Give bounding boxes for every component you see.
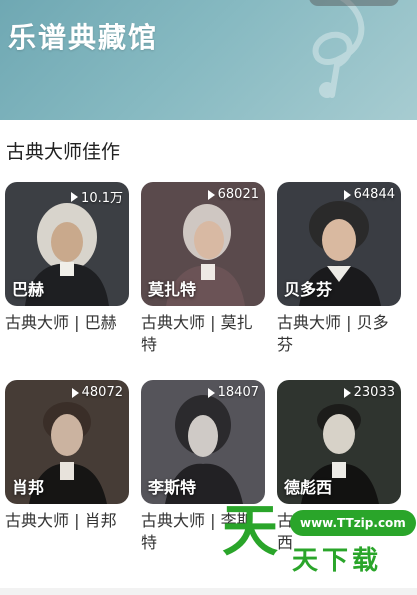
play-count-value: 68021	[217, 187, 259, 202]
cover-name: 莫扎特	[148, 280, 197, 299]
play-count-value: 18407	[217, 385, 259, 400]
card-caption[interactable]: 古典大师 | 巴赫	[5, 312, 129, 334]
card-caption[interactable]: 古典大师 | 莫扎特	[141, 312, 265, 356]
play-icon	[71, 387, 79, 398]
cover-name: 李斯特	[148, 478, 197, 497]
watermark-text: 天下载	[292, 546, 383, 576]
cover-image[interactable]: 64844 贝多芬	[277, 182, 401, 306]
cover-image[interactable]: 10.1万 巴赫	[5, 182, 129, 306]
play-count-value: 10.1万	[81, 191, 123, 206]
play-count: 64844	[343, 187, 395, 202]
play-count-value: 23033	[353, 385, 395, 400]
watermark-big-char: 天	[222, 499, 278, 564]
cover-name: 德彪西	[284, 478, 333, 497]
play-count: 23033	[343, 385, 395, 400]
collection-card-mozart[interactable]: 68021 莫扎特 古典大师 | 莫扎特	[141, 182, 265, 356]
collection-card-beethoven[interactable]: 64844 贝多芬 古典大师 | 贝多芬	[277, 182, 401, 356]
collection-card-chopin[interactable]: 48072 肖邦 古典大师 | 肖邦	[5, 380, 129, 532]
cover-image[interactable]: 23033 德彪西	[277, 380, 401, 504]
cover-name: 贝多芬	[284, 280, 333, 299]
collection-card-bach[interactable]: 10.1万 巴赫 古典大师 | 巴赫	[5, 182, 129, 334]
play-icon	[207, 189, 215, 200]
cover-image[interactable]: 18407 李斯特	[141, 380, 265, 504]
cover-name: 肖邦	[12, 478, 45, 497]
watermark-logo: 天 www.TTzip.com 天下载	[222, 500, 417, 595]
play-count: 18407	[207, 385, 259, 400]
cover-image[interactable]: 68021 莫扎特	[141, 182, 265, 306]
play-icon	[71, 191, 79, 202]
play-icon	[343, 387, 351, 398]
card-caption[interactable]: 古典大师 | 肖邦	[5, 510, 129, 532]
play-count: 48072	[71, 385, 123, 400]
play-icon	[343, 189, 351, 200]
play-count-value: 48072	[81, 385, 123, 400]
play-count: 10.1万	[71, 187, 123, 206]
play-icon	[207, 387, 215, 398]
cover-name: 巴赫	[12, 280, 45, 299]
cover-image[interactable]: 48072 肖邦	[5, 380, 129, 504]
card-caption[interactable]: 古典大师 | 贝多芬	[277, 312, 401, 356]
play-count: 68021	[207, 187, 259, 202]
bottom-divider	[0, 588, 417, 595]
play-count-value: 64844	[353, 187, 395, 202]
watermark-url: www.TTzip.com	[290, 510, 416, 536]
